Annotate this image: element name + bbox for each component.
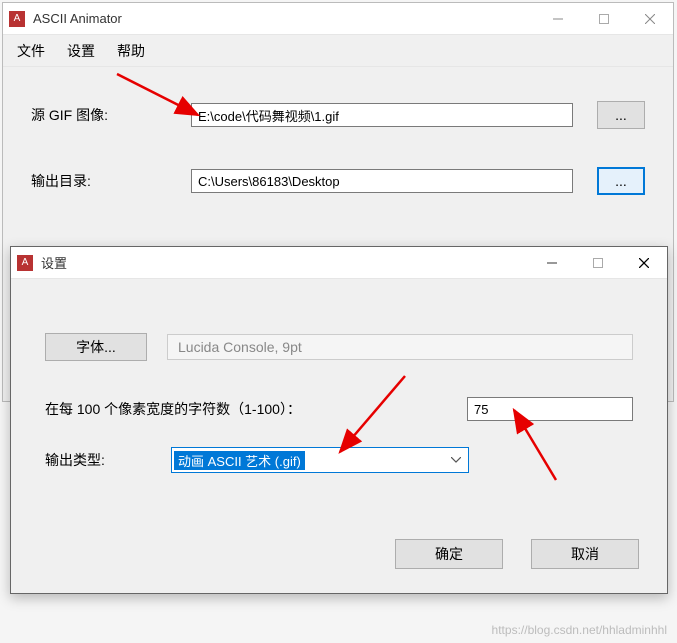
dialog-content: 字体... Lucida Console, 9pt 在每 100 个像素宽度的字… xyxy=(11,279,667,473)
source-row: 源 GIF 图像: ... xyxy=(31,101,645,129)
font-button[interactable]: 字体... xyxy=(45,333,147,361)
chars-row: 在每 100 个像素宽度的字符数（1-100）： xyxy=(45,397,633,421)
ok-button[interactable]: 确定 xyxy=(395,539,503,569)
window-title: ASCII Animator xyxy=(33,11,535,26)
dialog-window-controls xyxy=(529,247,667,279)
output-type-row: 输出类型: 动画 ASCII 艺术 (.gif) xyxy=(45,447,633,473)
chars-label: 在每 100 个像素宽度的字符数（1-100）： xyxy=(45,399,467,419)
font-row: 字体... Lucida Console, 9pt xyxy=(45,333,633,361)
font-display: Lucida Console, 9pt xyxy=(167,334,633,360)
menu-help[interactable]: 帮助 xyxy=(117,41,145,61)
output-type-label: 输出类型: xyxy=(45,450,171,470)
settings-dialog: 设置 字体... Lucida Console, 9pt 在每 100 个像素宽… xyxy=(10,246,668,594)
minimize-icon[interactable] xyxy=(535,3,581,35)
dialog-maximize-icon[interactable] xyxy=(575,247,621,279)
close-icon[interactable] xyxy=(627,3,673,35)
cancel-button[interactable]: 取消 xyxy=(531,539,639,569)
titlebar: ASCII Animator xyxy=(3,3,673,35)
dialog-titlebar: 设置 xyxy=(11,247,667,279)
source-browse-button[interactable]: ... xyxy=(597,101,645,129)
output-type-selected: 动画 ASCII 艺术 (.gif) xyxy=(174,451,305,470)
source-gif-input[interactable] xyxy=(191,103,573,127)
main-content: 源 GIF 图像: ... 输出目录: ... xyxy=(3,67,673,195)
dialog-app-icon xyxy=(17,255,33,271)
app-icon xyxy=(9,11,25,27)
output-dir-input[interactable] xyxy=(191,169,573,193)
maximize-icon[interactable] xyxy=(581,3,627,35)
menu-settings[interactable]: 设置 xyxy=(67,41,95,61)
dialog-minimize-icon[interactable] xyxy=(529,247,575,279)
menubar: 文件 设置 帮助 xyxy=(3,35,673,67)
source-label: 源 GIF 图像: xyxy=(31,105,191,125)
dialog-close-icon[interactable] xyxy=(621,247,667,279)
menu-file[interactable]: 文件 xyxy=(17,41,45,61)
dialog-title: 设置 xyxy=(41,253,529,272)
output-label: 输出目录: xyxy=(31,171,191,191)
output-row: 输出目录: ... xyxy=(31,167,645,195)
dialog-buttons: 确定 取消 xyxy=(395,539,639,569)
output-type-select[interactable]: 动画 ASCII 艺术 (.gif) xyxy=(171,447,469,473)
output-browse-button[interactable]: ... xyxy=(597,167,645,195)
chars-per-100px-input[interactable] xyxy=(467,397,633,421)
window-controls xyxy=(535,3,673,35)
watermark: https://blog.csdn.net/hhladminhhl xyxy=(492,623,667,637)
chevron-down-icon xyxy=(446,448,464,472)
